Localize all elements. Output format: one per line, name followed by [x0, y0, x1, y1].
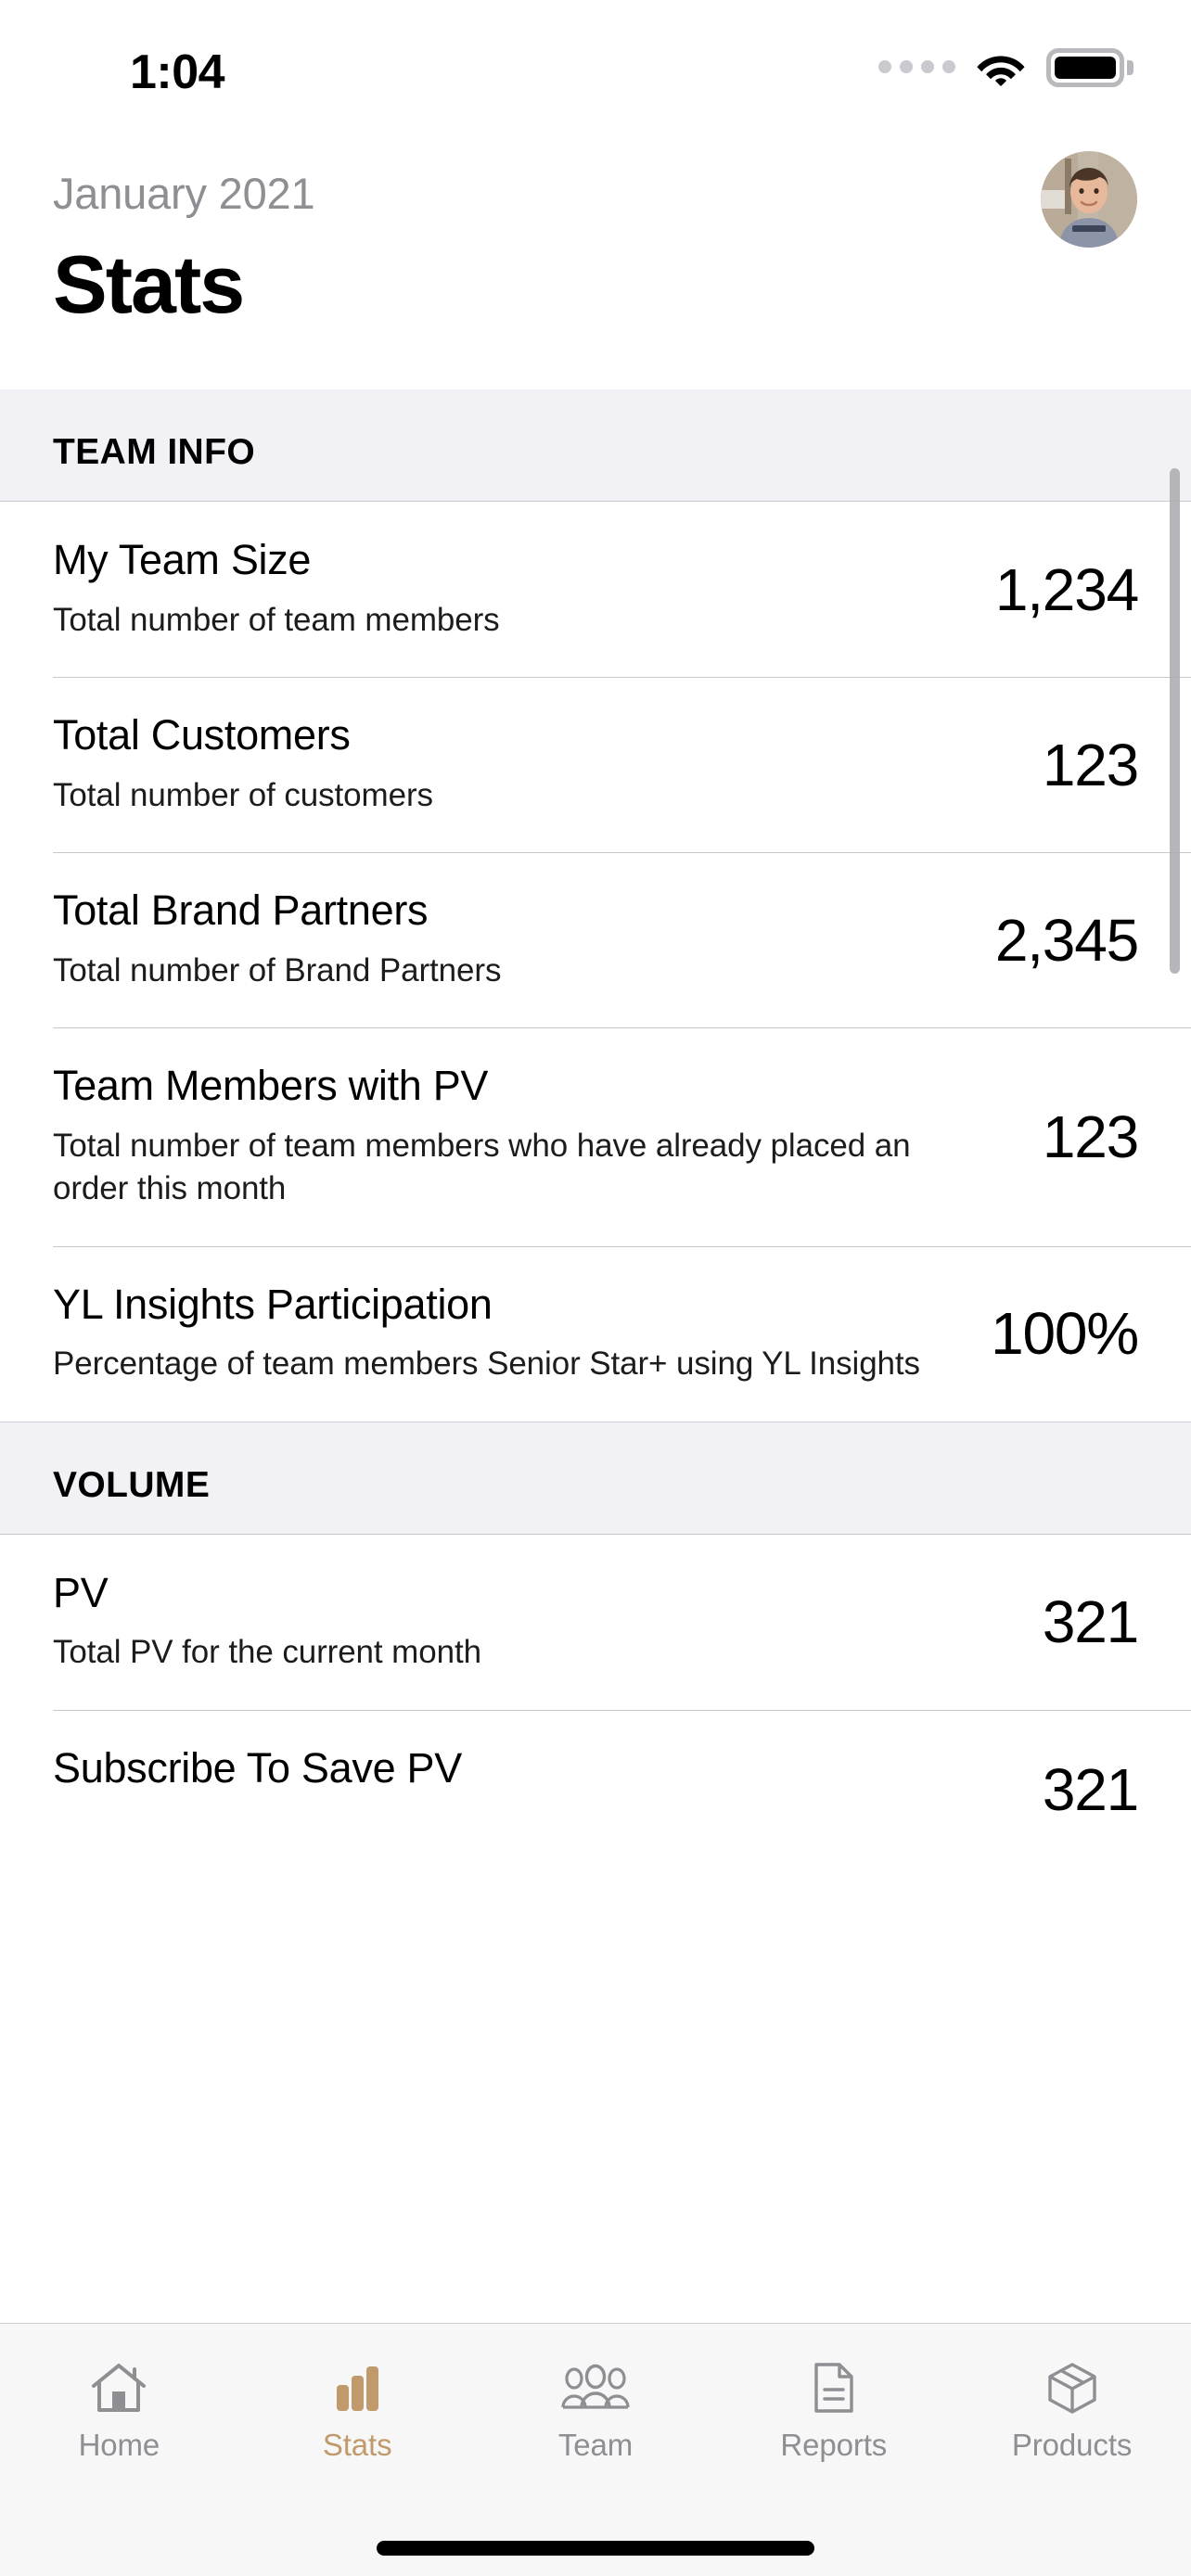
row-subtitle: Total number of team members [53, 601, 500, 638]
table-row[interactable]: My Team Size Total number of team member… [0, 502, 1191, 678]
section-header-label: TEAM INFO [53, 432, 256, 472]
table-row[interactable]: Total Brand Partners Total number of Bra… [0, 852, 1191, 1028]
table-row[interactable]: PV Total PV for the current month 321 [0, 1534, 1191, 1710]
tab-team[interactable]: Team [477, 2357, 714, 2463]
signal-dots-icon [878, 59, 955, 76]
month-selector[interactable]: January 2021 [53, 168, 315, 219]
section-header-label: VOLUME [53, 1464, 211, 1505]
box-icon [1045, 2357, 1099, 2415]
row-subtitle: Total PV for the current month [53, 1634, 481, 1671]
home-indicator[interactable] [377, 2541, 814, 2556]
page-title: Stats [53, 238, 245, 330]
status-time: 1:04 [130, 45, 225, 99]
row-title: My Team Size [53, 536, 312, 583]
avatar-image [1041, 151, 1137, 248]
tab-label: Reports [780, 2428, 888, 2462]
row-text-group: My Team Size Total number of team member… [53, 537, 925, 642]
row-text-group: PV Total PV for the current month [53, 1570, 925, 1675]
row-title: Team Members with PV [53, 1062, 489, 1110]
row-text-group: Team Members with PV Total number of tea… [53, 1063, 925, 1211]
row-title: Total Brand Partners [53, 886, 429, 935]
tab-label: Home [78, 2428, 160, 2462]
tab-bar: Home Stats Team Reports Products [0, 2323, 1191, 2576]
row-title: YL Insights Participation [53, 1280, 493, 1328]
row-value: 1,234 [994, 555, 1139, 623]
people-icon [560, 2357, 631, 2415]
row-subtitle: Percentage of team members Senior Star+ … [53, 1345, 920, 1383]
battery-full-icon [1046, 48, 1133, 87]
avatar[interactable] [1041, 151, 1137, 248]
tab-label: Products [1011, 2428, 1133, 2462]
tab-label: Team [557, 2428, 634, 2462]
row-value: 321 [1042, 1755, 1139, 1823]
row-text-group: Total Brand Partners Total number of Bra… [53, 887, 925, 992]
section-header-team-info: TEAM INFO [0, 389, 1191, 502]
tab-home[interactable]: Home [0, 2357, 237, 2463]
wifi-icon [977, 56, 1025, 86]
stats-list[interactable]: TEAM INFO My Team Size Total number of t… [0, 389, 1191, 2323]
home-icon [90, 2357, 147, 2415]
section-header-volume: VOLUME [0, 1421, 1191, 1535]
row-title: Subscribe To Save PV [53, 1743, 462, 1792]
scrollbar[interactable] [1170, 468, 1180, 974]
tab-stats[interactable]: Stats [238, 2357, 476, 2463]
row-text-group: Subscribe To Save PV [53, 1745, 925, 1792]
table-row[interactable]: Subscribe To Save PV 321 [0, 1709, 1191, 1869]
tab-products[interactable]: Products [954, 2357, 1191, 2463]
row-text-group: YL Insights Participation Percentage of … [53, 1282, 925, 1386]
status-bar: 1:04 [0, 0, 1191, 134]
row-title: Total Customers [53, 711, 351, 759]
row-value: 321 [1042, 1588, 1139, 1656]
row-value: 123 [1042, 731, 1139, 798]
row-text-group: Total Customers Total number of customer… [53, 712, 925, 817]
status-indicators [878, 48, 1133, 87]
row-subtitle: Total number of team members who have al… [53, 1127, 911, 1207]
page-header: January 2021 Stats [0, 134, 1191, 389]
row-value: 100% [991, 1300, 1139, 1368]
app-screen: 1:04 January 2021 Stats TEAM INFO My Tea… [0, 0, 1191, 2576]
tab-label: Stats [322, 2428, 392, 2462]
row-title: PV [53, 1568, 109, 1616]
table-row[interactable]: YL Insights Participation Percentage of … [0, 1245, 1191, 1422]
document-icon [809, 2357, 859, 2415]
row-value: 2,345 [994, 906, 1139, 974]
row-subtitle: Total number of Brand Partners [53, 951, 502, 988]
table-row[interactable]: Team Members with PV Total number of tea… [0, 1027, 1191, 1246]
tab-reports[interactable]: Reports [715, 2357, 953, 2463]
bar-chart-icon [328, 2357, 386, 2415]
row-value: 123 [1042, 1103, 1139, 1170]
table-row[interactable]: Total Customers Total number of customer… [0, 677, 1191, 853]
row-subtitle: Total number of customers [53, 776, 433, 813]
